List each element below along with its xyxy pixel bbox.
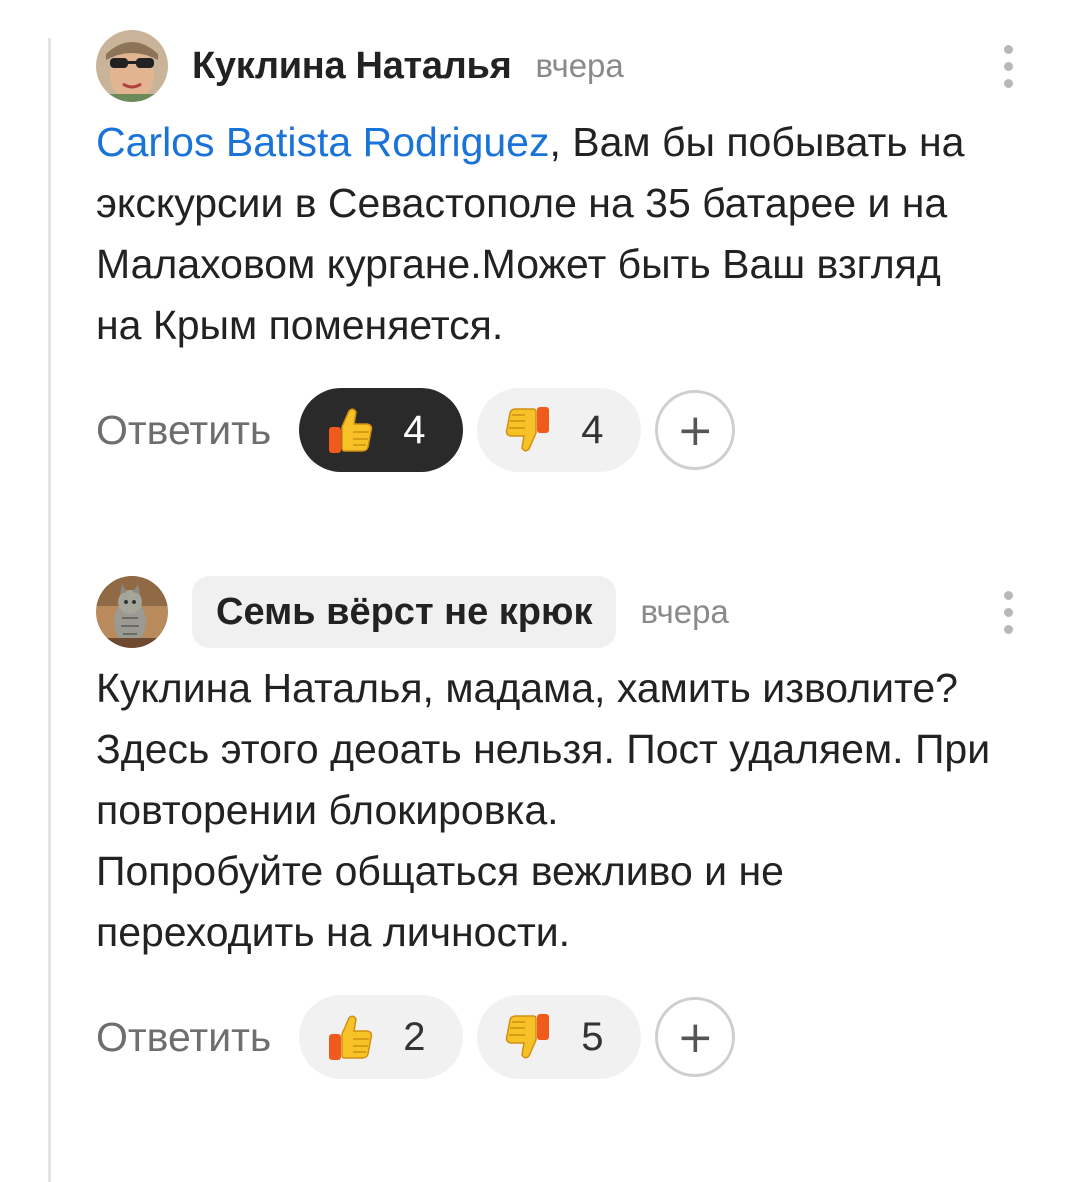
thumbs-up-icon — [329, 1015, 373, 1060]
more-vertical-icon[interactable] — [990, 584, 1026, 640]
comment-actions: Ответить 4 4 + — [96, 388, 1026, 472]
author-name[interactable]: Семь вёрст не крюк — [192, 576, 617, 648]
avatar[interactable] — [96, 30, 168, 102]
like-button[interactable]: 4 — [299, 388, 464, 472]
comment: Семь вёрст не крюк вчера Куклина Наталья… — [96, 576, 1026, 1079]
avatar[interactable] — [96, 576, 168, 648]
comment-header: Куклина Наталья вчера — [96, 30, 1026, 102]
author-name[interactable]: Куклина Наталья — [192, 45, 512, 88]
thumbs-up-icon — [329, 408, 373, 453]
thumbs-down-icon — [506, 1014, 550, 1059]
thread-line — [48, 38, 51, 1182]
timestamp: вчера — [640, 593, 729, 630]
timestamp: вчера — [535, 47, 624, 84]
like-count: 2 — [403, 1014, 426, 1059]
dislike-button[interactable]: 4 — [477, 388, 642, 472]
comment-actions: Ответить 2 5 + — [96, 995, 1026, 1079]
thumbs-down-icon — [506, 407, 550, 452]
avatar-image — [96, 576, 168, 648]
comment-text: Carlos Batista Rodriguez, Вам бы побыват… — [96, 112, 996, 356]
more-vertical-icon[interactable] — [990, 38, 1026, 94]
reply-button[interactable]: Ответить — [96, 1014, 271, 1061]
avatar-image — [96, 30, 168, 102]
like-button[interactable]: 2 — [299, 995, 464, 1079]
add-reaction-button[interactable]: + — [655, 390, 736, 470]
like-count: 4 — [403, 407, 426, 452]
comment-text: Куклина Наталья, мадама, хамить изволите… — [96, 665, 991, 955]
add-reaction-button[interactable]: + — [655, 997, 736, 1077]
comment: Куклина Наталья вчера Carlos Batista Rod… — [96, 30, 1026, 472]
dislike-button[interactable]: 5 — [477, 995, 642, 1079]
dislike-count: 5 — [581, 1014, 604, 1059]
dislike-count: 4 — [581, 407, 604, 452]
mention-link[interactable]: Carlos Batista Rodriguez — [96, 119, 549, 165]
comment-header: Семь вёрст не крюк вчера — [96, 576, 1026, 648]
reply-button[interactable]: Ответить — [96, 407, 271, 454]
